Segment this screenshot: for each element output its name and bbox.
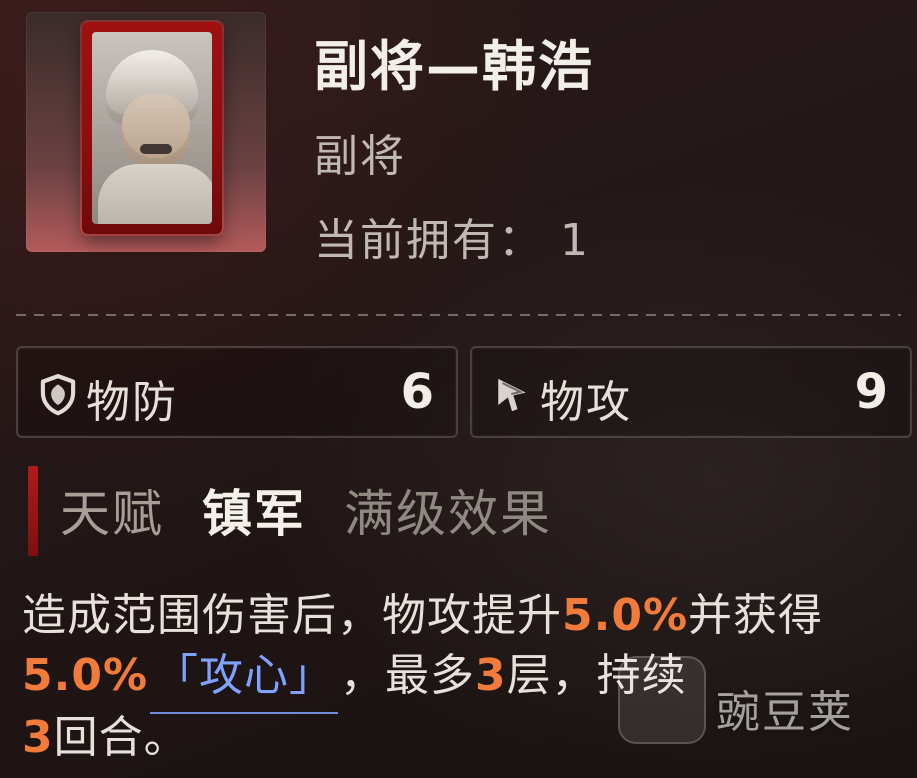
stat-label: 物防 (86, 377, 178, 428)
desc-text: ，最多 (340, 650, 476, 701)
desc-text: 并获得 (688, 590, 824, 641)
portrait-image (92, 32, 212, 224)
desc-text: 回合。 (53, 712, 189, 763)
desc-text: 造成范围伤害后，物攻提升 (22, 590, 562, 641)
portrait-frame (26, 12, 266, 252)
divider (16, 314, 901, 316)
owned-label: 当前拥有： (314, 215, 544, 266)
desc-number: 3 (475, 650, 507, 701)
shoulders (98, 164, 212, 224)
portrait-card (82, 22, 222, 234)
owned-row: 当前拥有： 1 (314, 204, 590, 268)
stat-physical-attack: 物攻 9 (470, 346, 912, 438)
talent-accent-bar (28, 466, 38, 556)
stat-physical-defense: 物防 6 (16, 346, 458, 438)
talent-effect-title: 满级效果 (344, 485, 552, 543)
stat-label: 物攻 (540, 377, 632, 428)
face (122, 94, 190, 170)
talent-name: 镇军 (202, 485, 306, 543)
page-title: 副将—韩浩 (314, 35, 594, 98)
role-subtitle: 副将 (314, 131, 406, 182)
owned-value: 1 (560, 215, 590, 266)
desc-text: 层，持续 (506, 650, 687, 701)
desc-number: 5.0% (562, 590, 689, 641)
stat-value: 9 (854, 364, 888, 420)
shield-icon (40, 374, 76, 416)
desc-tag: 「攻心」 (148, 646, 340, 714)
moustache (140, 144, 172, 154)
desc-number: 5.0% (22, 650, 149, 701)
desc-number: 3 (22, 712, 54, 763)
talent-label: 天赋 (60, 485, 164, 543)
stat-value: 6 (400, 364, 434, 420)
talent-row: 天赋 镇军 满级效果 (60, 474, 552, 546)
talent-description: 造成范围伤害后，物攻提升5.0%并获得5.0% 「攻心」 ，最多3层，持续 3回合。 (22, 586, 907, 768)
cursor-icon (498, 378, 526, 412)
